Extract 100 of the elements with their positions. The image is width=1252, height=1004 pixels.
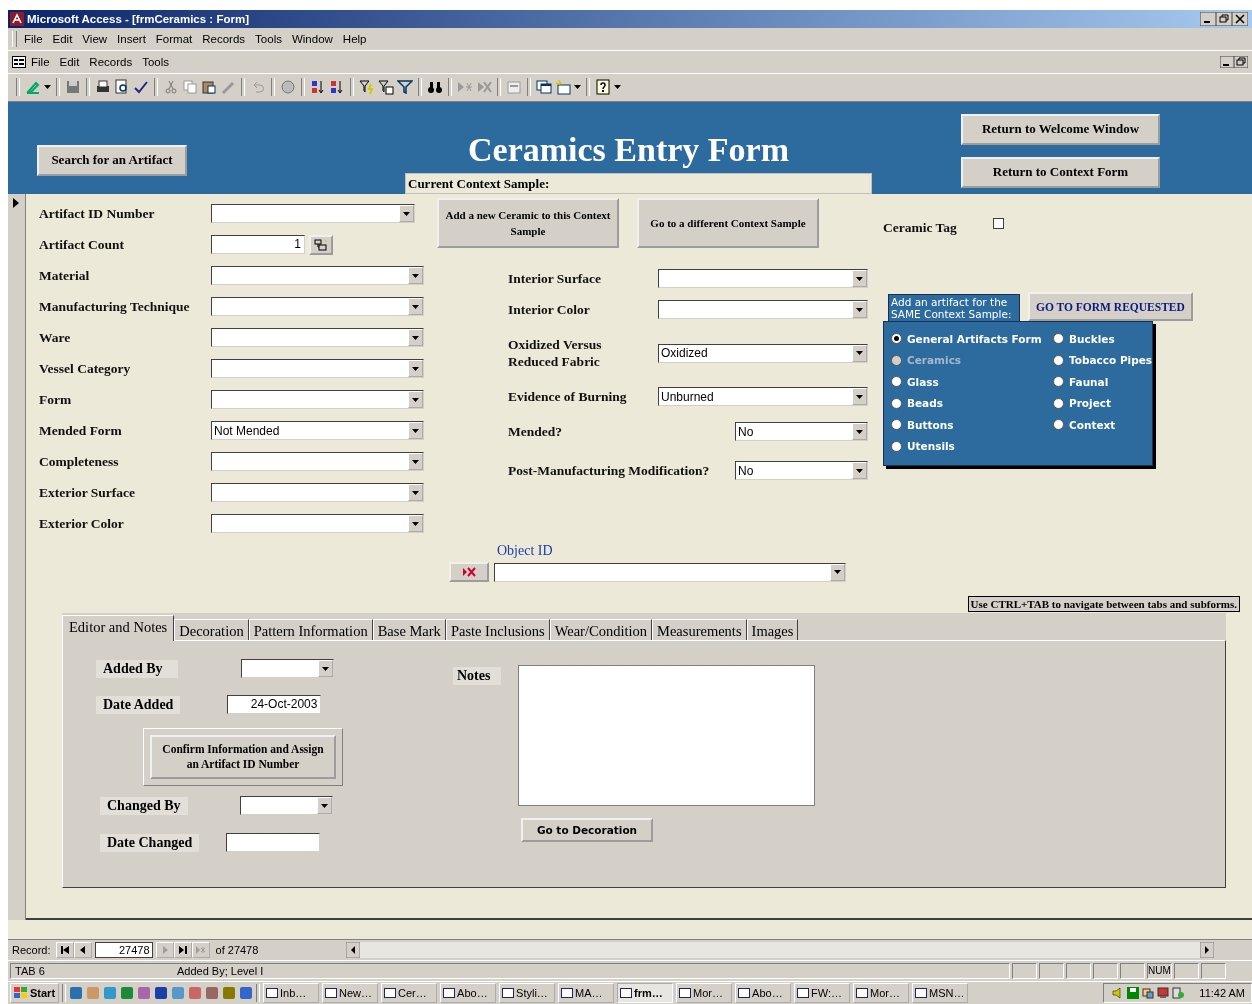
new-object-icon[interactable]	[555, 79, 571, 96]
menu-item[interactable]: Tools	[137, 54, 175, 69]
taskbar-button[interactable]: Mor…	[676, 983, 733, 1004]
scroll-left-button[interactable]	[345, 942, 360, 959]
menu-item[interactable]: Window	[286, 31, 338, 46]
dropdown-arrow-button[interactable]	[316, 797, 332, 815]
dropdown-arrow-button[interactable]	[408, 453, 423, 471]
menu-item[interactable]: File	[19, 31, 48, 46]
dropdown-field[interactable]: Oxidized	[658, 343, 868, 363]
sort-ascending-icon[interactable]	[310, 79, 326, 96]
save-icon[interactable]	[65, 79, 81, 96]
radio-button[interactable]	[891, 397, 902, 409]
tab[interactable]: Pattern Information	[248, 619, 373, 641]
dropdown-field[interactable]: No	[735, 422, 868, 442]
help-icon[interactable]	[595, 79, 611, 96]
record-number-field[interactable]: 27478	[94, 942, 153, 959]
text-field[interactable]: 24-Oct-2003	[227, 695, 322, 715]
dropdown-arrow-button[interactable]	[408, 391, 423, 409]
dropdown-field[interactable]	[239, 796, 333, 816]
dropdown-field[interactable]	[211, 204, 415, 224]
taskbar-button[interactable]: New…	[322, 983, 379, 1004]
radio-button[interactable]	[1053, 376, 1064, 388]
delete-button[interactable]	[449, 562, 489, 583]
dropdown-arrow-button[interactable]	[408, 360, 423, 378]
dropdown-field[interactable]	[211, 483, 424, 503]
minimize-button[interactable]	[1220, 55, 1234, 68]
tab[interactable]: Images	[746, 619, 799, 641]
radio-option[interactable]: General Artifacts Form	[891, 328, 1053, 350]
taskbar-button[interactable]: Inb…	[263, 983, 320, 1004]
context-button[interactable]: Go to a different Context Sample	[637, 198, 819, 249]
radio-button[interactable]	[1053, 333, 1064, 345]
dropdown-field[interactable]	[211, 390, 424, 410]
radio-option[interactable]: Project	[1053, 392, 1153, 415]
dropdown-arrow-button[interactable]	[852, 388, 867, 406]
binoculars-icon[interactable]	[427, 79, 443, 96]
tab[interactable]: Paste Inclusions	[445, 619, 550, 641]
radio-option[interactable]: Tobacco Pipes	[1053, 349, 1153, 372]
radio-option[interactable]: Faunal	[1053, 371, 1153, 393]
taskbar-button[interactable]: FW:…	[794, 983, 851, 1004]
dropdown-arrow-button[interactable]	[852, 270, 867, 288]
radio-option[interactable]: Buckles	[1053, 328, 1153, 350]
dropdown-arrow-button[interactable]	[318, 660, 333, 678]
first-record-button[interactable]	[55, 942, 74, 959]
taskbar-button[interactable]: Mor…	[853, 983, 910, 1004]
radio-button[interactable]	[891, 419, 902, 431]
app-launch-icon[interactable]	[222, 986, 237, 1001]
app-launch-icon[interactable]	[205, 986, 220, 1001]
app-launch-icon[interactable]	[137, 986, 152, 1001]
tab[interactable]: Wear/Condition	[549, 619, 652, 641]
network-icon[interactable]	[1142, 987, 1155, 1000]
dropdown-field[interactable]	[211, 514, 424, 534]
server-icon[interactable]	[1172, 987, 1185, 1000]
dropdown-field[interactable]	[658, 300, 868, 320]
checkbox[interactable]	[993, 218, 1004, 230]
dropdown-field[interactable]	[211, 452, 424, 472]
dropdown-arrow-button[interactable]	[408, 298, 423, 316]
search-button[interactable]: Search for an Artifact	[37, 144, 187, 176]
record-selector[interactable]	[8, 194, 26, 921]
dropdown-field[interactable]	[211, 266, 424, 286]
print-preview-icon[interactable]	[114, 79, 130, 96]
dropdown-field[interactable]	[211, 328, 424, 348]
restore-button[interactable]	[1216, 11, 1232, 26]
dropdown-field[interactable]	[658, 269, 868, 289]
add-ceramic-button[interactable]: Add a new Ceramic to this Context Sample	[437, 198, 619, 249]
tab[interactable]: Base Mark	[372, 619, 446, 641]
menu-item[interactable]: Tools	[250, 31, 287, 46]
text-field[interactable]	[226, 833, 321, 853]
dropdown-field[interactable]: Unburned	[658, 387, 868, 407]
taskbar-button[interactable]: Abo…	[440, 983, 497, 1004]
radio-button[interactable]	[891, 376, 902, 388]
app-launch-icon[interactable]	[120, 986, 135, 1001]
taskbar-button[interactable]: Cer…	[381, 983, 438, 1004]
dropdown-arrow-button[interactable]	[408, 422, 423, 440]
menu-item[interactable]: File	[26, 54, 55, 69]
dropdown-arrow-button[interactable]	[408, 329, 423, 347]
dropdown-arrow-button[interactable]	[408, 515, 423, 533]
menu-item[interactable]: Records	[84, 54, 138, 69]
menu-item[interactable]: View	[77, 31, 113, 46]
monitor-icon[interactable]	[1157, 987, 1170, 1000]
menu-item[interactable]: Format	[150, 31, 198, 46]
filter-icon[interactable]	[397, 79, 413, 96]
dropdown-field[interactable]: No	[735, 461, 868, 481]
return-button[interactable]: Return to Context Form	[961, 156, 1160, 188]
menu-item[interactable]: Help	[337, 31, 372, 46]
horizontal-scrollbar[interactable]	[345, 942, 1214, 959]
dropdown-arrow-button[interactable]	[852, 301, 867, 319]
dropdown-arrow-button[interactable]	[852, 462, 867, 480]
taskbar-button[interactable]: frm…	[617, 983, 674, 1004]
menu-item[interactable]: Edit	[54, 54, 85, 69]
dropdown-field[interactable]	[211, 297, 424, 317]
radio-button[interactable]	[1053, 397, 1064, 409]
dropdown-arrow-button[interactable]	[830, 563, 845, 581]
radio-button[interactable]	[1053, 354, 1064, 366]
tab[interactable]: Measurements	[652, 619, 747, 641]
minimize-button[interactable]	[1200, 11, 1216, 26]
duplicate-button[interactable]	[309, 234, 333, 255]
app-launch-icon[interactable]	[69, 986, 84, 1001]
dropdown-arrow-button[interactable]	[852, 344, 867, 362]
dropdown-arrow-button[interactable]	[399, 205, 414, 223]
dropdown-field[interactable]: Not Mended	[211, 421, 424, 441]
